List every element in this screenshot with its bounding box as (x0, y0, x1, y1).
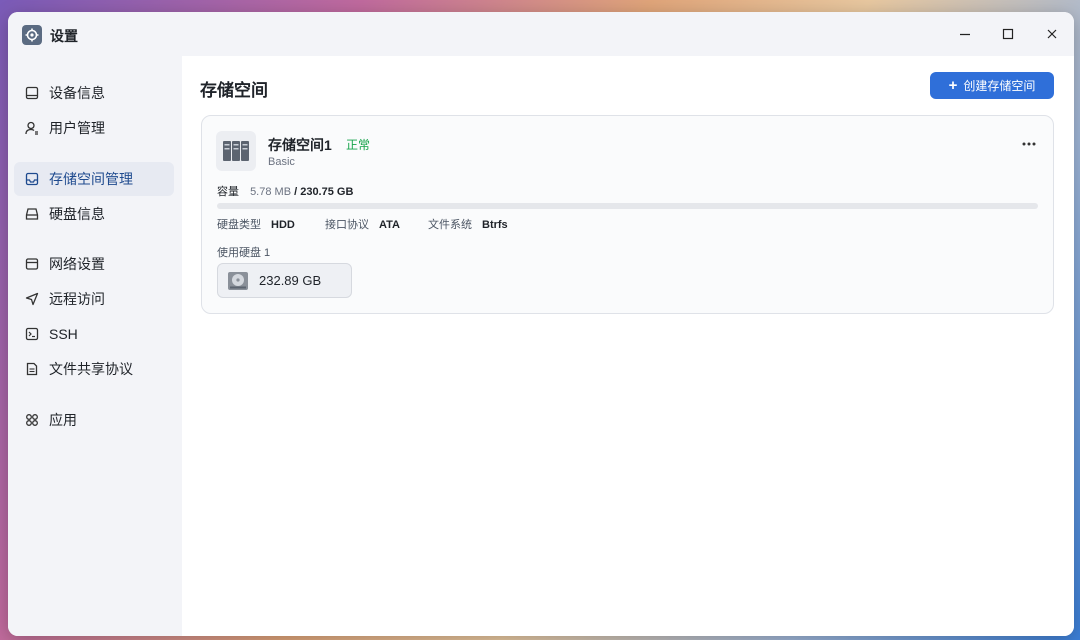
sidebar-item-remote-access[interactable]: 远程访问 (14, 282, 174, 316)
close-icon (1047, 29, 1057, 39)
document-icon (24, 361, 40, 377)
sidebar-item-label: 存储空间管理 (49, 171, 133, 187)
disk-icon (24, 206, 40, 222)
sidebar-item-file-sharing[interactable]: 文件共享协议 (14, 352, 174, 386)
sidebar-item-label: 网络设置 (49, 256, 105, 272)
pool-name: 存储空间1 (268, 137, 332, 153)
interface-value: ATA (379, 219, 400, 231)
network-icon (24, 256, 40, 272)
more-icon (1022, 142, 1036, 146)
settings-gear-icon (22, 25, 42, 45)
sidebar-item-ssh[interactable]: SSH (14, 317, 174, 351)
window-title: 设置 (50, 28, 78, 44)
filesystem-value: Btrfs (482, 219, 508, 231)
create-storage-button[interactable]: + 创建存储空间 (930, 72, 1054, 99)
sidebar-item-device-info[interactable]: 设备信息 (14, 76, 174, 110)
filesystem-label: 文件系统 (428, 219, 472, 231)
apps-icon (24, 412, 40, 428)
watermark: SMYZ.NET (978, 609, 1070, 629)
more-options-button[interactable] (1017, 134, 1041, 154)
title-bar: 设置 (8, 12, 1074, 56)
filesystem-info: 文件系统 Btrfs (428, 216, 508, 232)
sidebar-item-user-management[interactable]: 用户管理 (14, 111, 174, 145)
capacity-total: / 230.75 GB (294, 186, 354, 198)
minimize-button[interactable] (951, 22, 979, 46)
minimize-icon (960, 33, 970, 36)
sidebar-item-label: 用户管理 (49, 120, 105, 136)
sidebar-item-label: 设备信息 (49, 85, 105, 101)
capacity-line: 容量 5.78 MB / 230.75 GB (217, 183, 353, 199)
disk-type-label: 硬盘类型 (217, 219, 261, 231)
plus-icon: + (948, 77, 958, 94)
sidebar-item-label: 文件共享协议 (49, 361, 133, 377)
pool-raid-type: Basic (268, 156, 295, 168)
terminal-icon (24, 326, 40, 342)
disk-type-info: 硬盘类型 HDD (217, 216, 295, 232)
settings-window: 设置 设备信息 用户管理 存储空间管理 硬盘信息 网络设置 远程访问 SSH 文… (8, 12, 1074, 636)
disks-used-label: 使用硬盘 1 (217, 247, 271, 259)
sidebar-item-storage-management[interactable]: 存储空间管理 (14, 162, 174, 196)
interface-label: 接口协议 (325, 219, 369, 231)
sidebar-item-apps[interactable]: 应用 (14, 403, 174, 437)
maximize-button[interactable] (994, 22, 1022, 46)
sidebar-item-label: 硬盘信息 (49, 206, 105, 222)
storage-icon (24, 171, 40, 187)
storage-pool-icon (216, 131, 256, 171)
capacity-label: 容量 (217, 186, 239, 198)
sidebar-item-disk-info[interactable]: 硬盘信息 (14, 197, 174, 231)
sidebar-item-label: 应用 (49, 412, 77, 428)
user-icon (24, 120, 40, 136)
maximize-icon (1002, 28, 1014, 40)
disk-size: 232.89 GB (259, 273, 322, 288)
status-badge: 正常 (346, 138, 371, 152)
create-storage-label: 创建存储空间 (963, 79, 1036, 93)
storage-pool-card[interactable]: 存储空间1 正常 Basic 容量 5.78 MB / 230.75 GB 硬盘… (201, 115, 1054, 314)
device-icon (24, 85, 40, 101)
sidebar-item-label: 远程访问 (49, 291, 105, 307)
page-title: 存储空间 (200, 81, 268, 100)
interface-info: 接口协议 ATA (325, 216, 400, 232)
capacity-progress-bar (217, 203, 1038, 209)
main-content: 存储空间 + 创建存储空间 存储空间1 正常 Basic 容量 5.78 MB … (182, 56, 1074, 636)
sidebar: 设备信息 用户管理 存储空间管理 硬盘信息 网络设置 远程访问 SSH 文件共享… (8, 56, 182, 636)
disk-type-value: HDD (271, 219, 295, 231)
disk-chip[interactable]: 232.89 GB (217, 263, 352, 298)
send-icon (24, 291, 40, 307)
sidebar-item-label: SSH (49, 326, 78, 342)
close-button[interactable] (1038, 22, 1066, 46)
sidebar-item-network-settings[interactable]: 网络设置 (14, 247, 174, 281)
hard-disk-icon (228, 271, 248, 290)
capacity-used: 5.78 MB (250, 186, 292, 198)
